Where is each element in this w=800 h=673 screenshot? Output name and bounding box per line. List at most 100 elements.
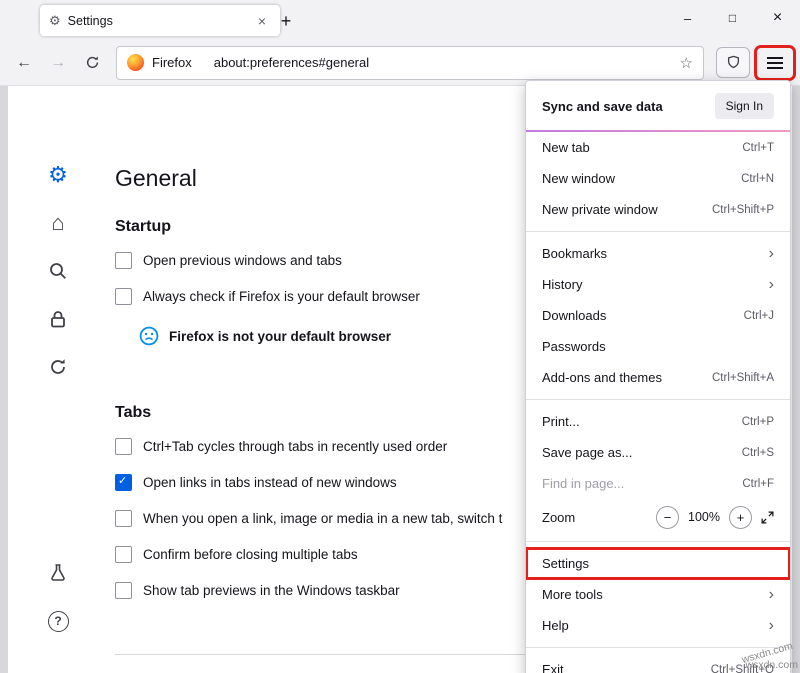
sidebar-item-experiments[interactable] (46, 561, 70, 585)
checkbox-icon[interactable] (115, 288, 132, 305)
zoom-out-button[interactable]: − (656, 506, 679, 529)
checkbox-label: Confirm before closing multiple tabs (143, 547, 358, 562)
firefox-logo-icon (127, 54, 144, 71)
sidebar-item-privacy[interactable] (46, 307, 70, 331)
app-menu-panel: Sync and save data Sign In New tab Ctrl+… (525, 80, 791, 673)
checkbox-label: Ctrl+Tab cycles through tabs in recently… (143, 439, 447, 454)
maximize-button[interactable]: □ (710, 0, 755, 36)
checkbox-label: Always check if Firefox is your default … (143, 289, 420, 304)
menu-item-history[interactable]: History › (526, 269, 790, 300)
checkbox-label: Open previous windows and tabs (143, 253, 342, 268)
forward-button[interactable]: → (42, 48, 74, 78)
menu-item-shortcut: Ctrl+J (744, 310, 774, 322)
menu-item-label: Downloads (542, 308, 606, 323)
chevron-right-icon: › (769, 618, 774, 634)
menu-item-shortcut: Ctrl+N (741, 173, 774, 185)
address-bar[interactable]: Firefox about:preferences#general ☆ (116, 46, 704, 80)
menu-item-shortcut: Ctrl+Shift+P (712, 204, 774, 216)
menu-item-addons-themes[interactable]: Add-ons and themes Ctrl+Shift+A (526, 362, 790, 393)
sidebar-item-sync[interactable] (46, 355, 70, 379)
menu-item-new-private-window[interactable]: New private window Ctrl+Shift+P (526, 194, 790, 225)
menu-item-settings[interactable]: Settings (526, 548, 790, 579)
sync-header: Sync and save data Sign In (526, 85, 790, 130)
menu-item-label: Zoom (542, 510, 575, 525)
menu-item-label: Print... (542, 414, 580, 429)
checkbox-icon[interactable] (115, 252, 132, 269)
bookmark-star-icon[interactable]: ☆ (680, 54, 693, 72)
search-icon (48, 261, 68, 281)
menu-item-more-tools[interactable]: More tools › (526, 579, 790, 610)
menu-item-label: More tools (542, 587, 603, 602)
identity-label: Firefox (152, 55, 192, 70)
shield-button[interactable] (716, 47, 750, 78)
sidebar-item-support[interactable]: ? (46, 609, 70, 633)
tab-title: Settings (68, 14, 113, 28)
flask-icon (48, 563, 68, 583)
sync-icon (48, 357, 68, 377)
menu-item-shortcut: Ctrl+F (742, 478, 774, 490)
menu-item-label: Exit (542, 662, 564, 673)
checkbox-icon[interactable] (115, 582, 132, 599)
menu-separator (526, 231, 790, 232)
minimize-button[interactable]: – (665, 0, 710, 36)
zoom-in-button[interactable]: + (729, 506, 752, 529)
menu-item-label: New window (542, 171, 615, 186)
zoom-level[interactable]: 100% (688, 510, 720, 524)
checkbox-icon[interactable] (115, 510, 132, 527)
window-close-button[interactable]: × (755, 0, 800, 36)
tab-strip: ⚙ Settings × + – □ × (0, 0, 800, 40)
menu-item-label: Bookmarks (542, 246, 607, 261)
menu-item-new-tab[interactable]: New tab Ctrl+T (526, 132, 790, 163)
checkbox-icon[interactable] (115, 438, 132, 455)
checkbox-label: Open links in tabs instead of new window… (143, 475, 397, 490)
menu-item-label: Passwords (542, 339, 606, 354)
menu-item-label: Help (542, 618, 569, 633)
sidebar-item-general[interactable]: ⚙ (46, 163, 70, 187)
menu-item-passwords[interactable]: Passwords (526, 331, 790, 362)
new-tab-button[interactable]: + (272, 7, 300, 35)
chevron-right-icon: › (769, 246, 774, 262)
menu-hamburger-button[interactable] (758, 49, 792, 77)
fullscreen-button[interactable] (761, 511, 774, 524)
menu-item-bookmarks[interactable]: Bookmarks › (526, 238, 790, 269)
window-controls: – □ × (665, 0, 800, 36)
menu-separator (526, 647, 790, 648)
menu-separator (526, 399, 790, 400)
chevron-right-icon: › (769, 587, 774, 603)
menu-item-label: Add-ons and themes (542, 370, 662, 385)
tab-settings[interactable]: ⚙ Settings × (40, 5, 280, 36)
default-browser-notice-text: Firefox is not your default browser (169, 329, 391, 344)
sad-face-icon (139, 326, 159, 346)
back-button[interactable]: ← (8, 48, 40, 78)
menu-item-find-in-page[interactable]: Find in page... Ctrl+F (526, 468, 790, 499)
checkbox-icon[interactable] (115, 546, 132, 563)
menu-item-print[interactable]: Print... Ctrl+P (526, 406, 790, 437)
reload-button[interactable] (76, 48, 108, 78)
menu-item-save-page-as[interactable]: Save page as... Ctrl+S (526, 437, 790, 468)
reload-icon (85, 55, 100, 70)
firefox-window: ⚙ Settings × + – □ × ← → Firefox about:p… (0, 0, 800, 673)
menu-item-shortcut: Ctrl+Shift+A (712, 372, 774, 384)
watermark: wsxdn.com (745, 659, 798, 671)
menu-item-shortcut: Ctrl+S (742, 447, 774, 459)
menu-item-label: Find in page... (542, 476, 624, 491)
menu-item-shortcut: Ctrl+T (742, 142, 774, 154)
menu-item-label: History (542, 277, 582, 292)
checkbox-icon[interactable] (115, 474, 132, 491)
checkbox-label: When you open a link, image or media in … (143, 511, 502, 526)
tab-close-icon[interactable]: × (253, 12, 271, 30)
checkbox-label: Show tab previews in the Windows taskbar (143, 583, 400, 598)
sidebar-item-home[interactable]: ⌂ (46, 211, 70, 235)
sidebar-item-search[interactable] (46, 259, 70, 283)
menu-item-label: New private window (542, 202, 658, 217)
menu-separator (526, 541, 790, 542)
menu-item-label: Save page as... (542, 445, 632, 460)
menu-item-new-window[interactable]: New window Ctrl+N (526, 163, 790, 194)
menu-item-downloads[interactable]: Downloads Ctrl+J (526, 300, 790, 331)
menu-item-label: Settings (542, 556, 589, 571)
menu-item-zoom: Zoom − 100% + (526, 499, 790, 535)
sign-in-button[interactable]: Sign In (715, 93, 774, 119)
menu-item-help[interactable]: Help › (526, 610, 790, 641)
help-icon: ? (48, 611, 69, 632)
url-text[interactable]: about:preferences#general (214, 55, 672, 70)
